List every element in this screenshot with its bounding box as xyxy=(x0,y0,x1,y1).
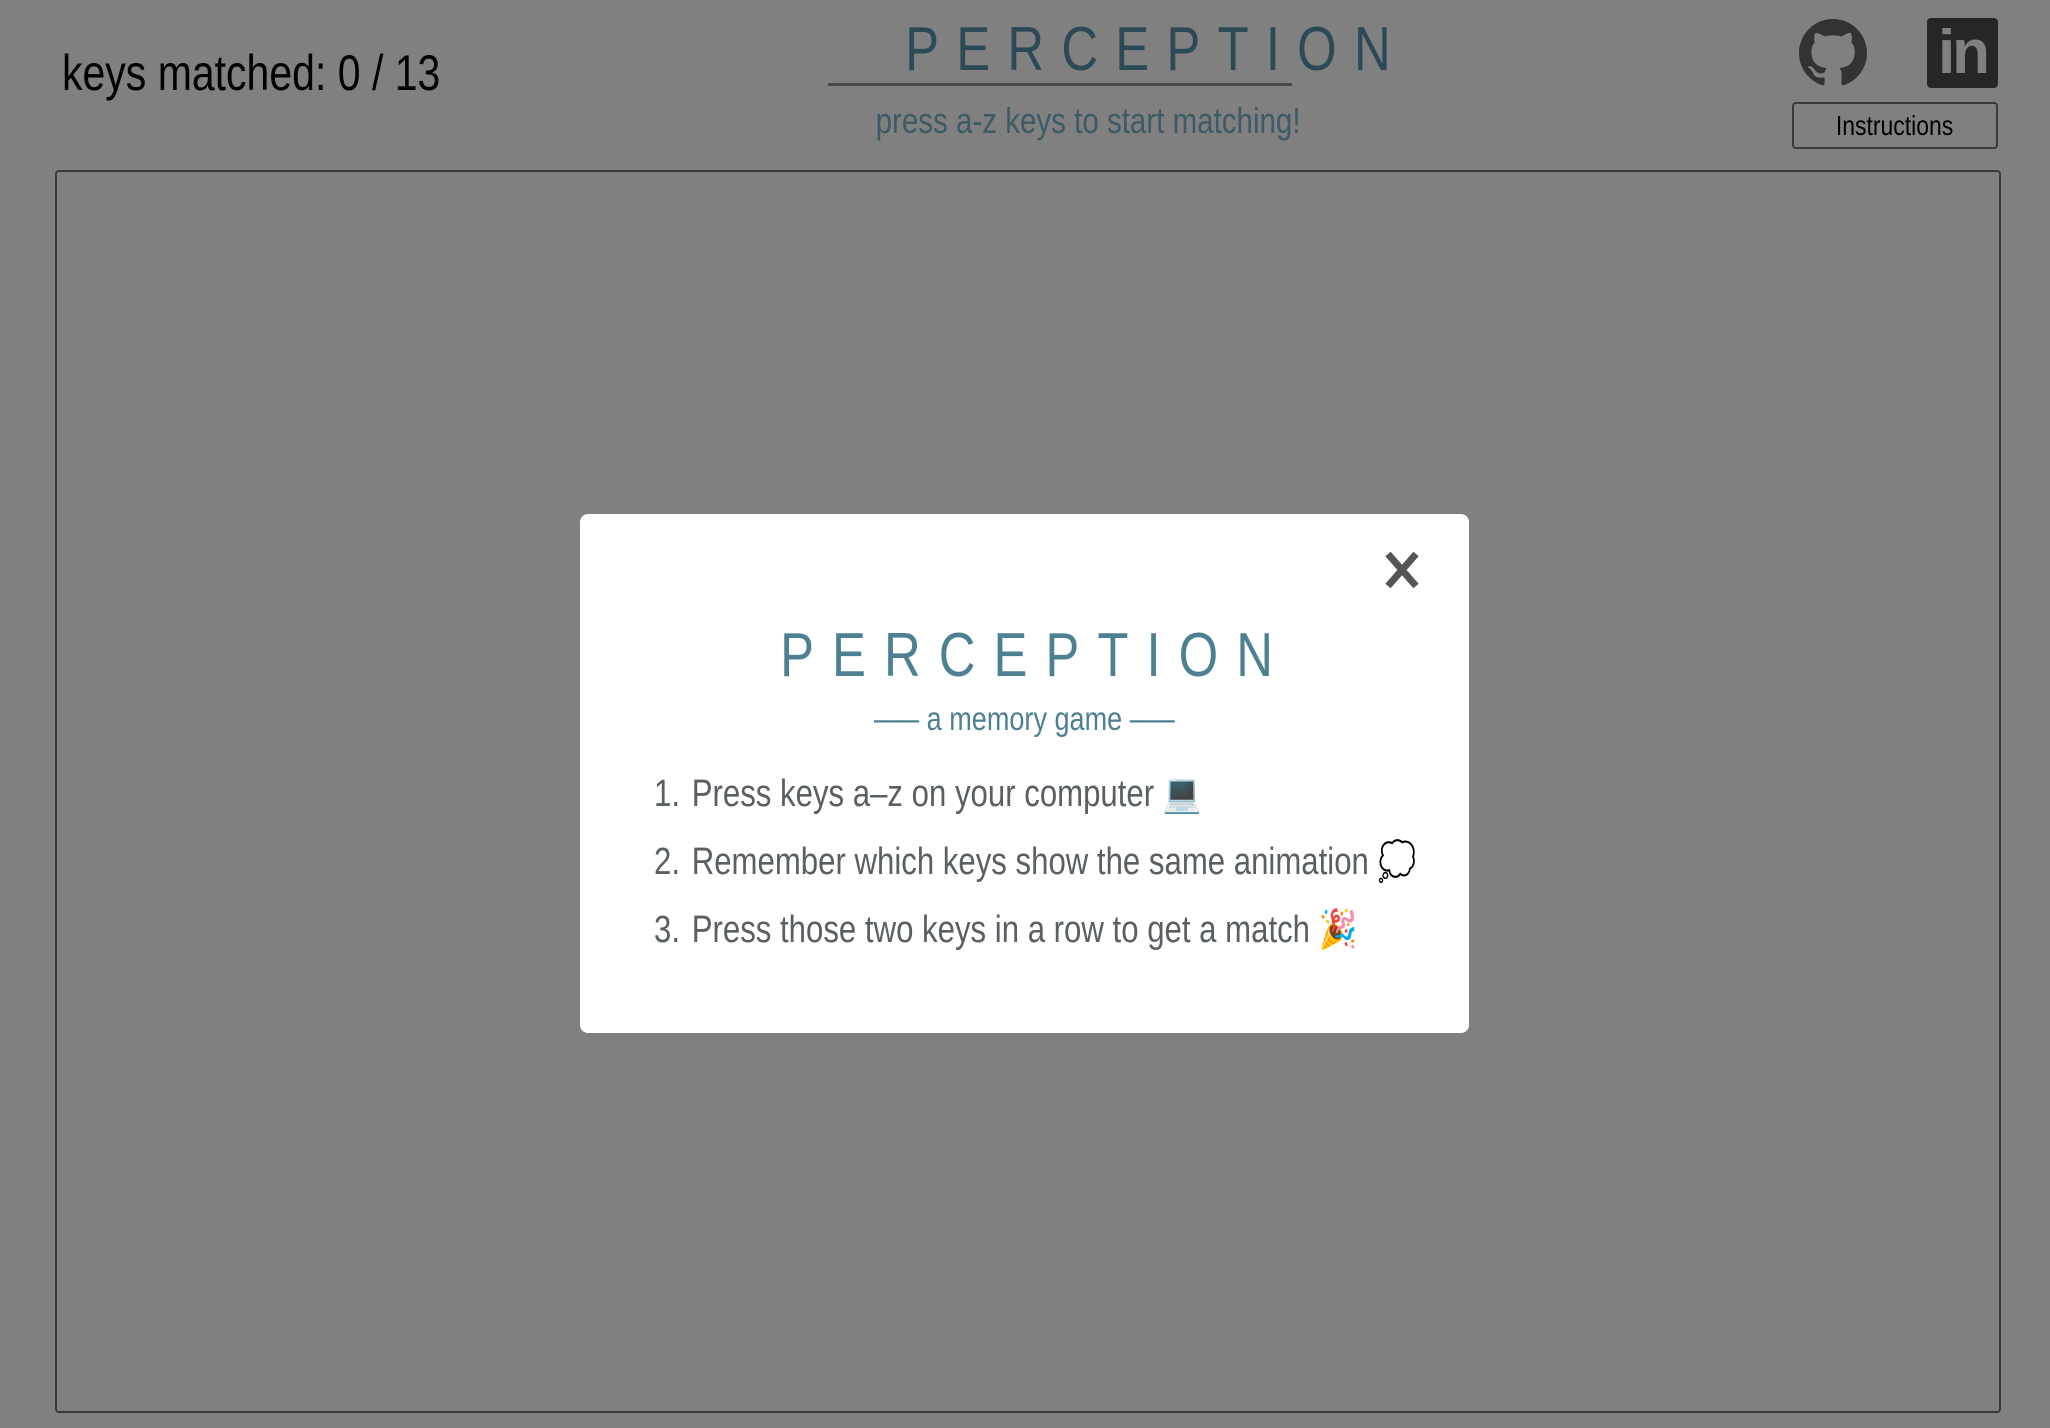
step-text: Press those two keys in a row to get a m… xyxy=(691,909,1311,951)
laptop-icon: 💻 xyxy=(1162,773,1202,815)
modal-subtitle: ––– a memory game ––– xyxy=(580,700,1469,738)
score-label: keys matched: xyxy=(62,45,327,101)
party-popper-icon: 🎉 xyxy=(1318,909,1358,951)
close-button[interactable] xyxy=(1380,548,1424,592)
page-subtitle-text: press a-z keys to start matching! xyxy=(875,100,1301,141)
page-subtitle: press a-z keys to start matching! xyxy=(829,100,1301,142)
modal-subtitle-text: ––– a memory game ––– xyxy=(874,700,1175,737)
github-icon[interactable] xyxy=(1799,18,1867,88)
score-value: 0 / 13 xyxy=(337,45,441,101)
modal-title: PERCEPTION xyxy=(580,620,1469,691)
instructions-modal: PERCEPTION ––– a memory game ––– 1. Press… xyxy=(580,514,1469,1033)
title-divider xyxy=(828,83,1292,86)
linkedin-icon[interactable]: in xyxy=(1927,18,1998,88)
score-counter: keys matched: 0 / 13 xyxy=(62,44,523,102)
instructions-button[interactable]: Instructions xyxy=(1792,102,1998,149)
instructions-button-label: Instructions xyxy=(1836,110,1954,141)
step-number: 3. xyxy=(654,909,680,951)
step-number: 1. xyxy=(654,773,680,815)
page-title: PERCEPTION xyxy=(829,14,1390,85)
instruction-step: 1. Press keys a–z on your computer 💻 xyxy=(654,772,1322,816)
thought-bubble-icon: 💭 xyxy=(1377,841,1417,883)
page-title-text: PERCEPTION xyxy=(905,15,1408,84)
instruction-step: 2. Remember which keys show the same anim… xyxy=(654,840,1584,884)
instruction-step: 3. Press those two keys in a row to get a… xyxy=(654,908,1512,952)
step-text: Press keys a–z on your computer xyxy=(691,773,1155,815)
linkedin-glyph: in xyxy=(1937,18,1990,87)
step-number: 2. xyxy=(654,841,680,883)
step-text: Remember which keys show the same animat… xyxy=(691,841,1369,883)
close-icon xyxy=(1385,551,1419,589)
modal-title-text: PERCEPTION xyxy=(780,621,1291,690)
